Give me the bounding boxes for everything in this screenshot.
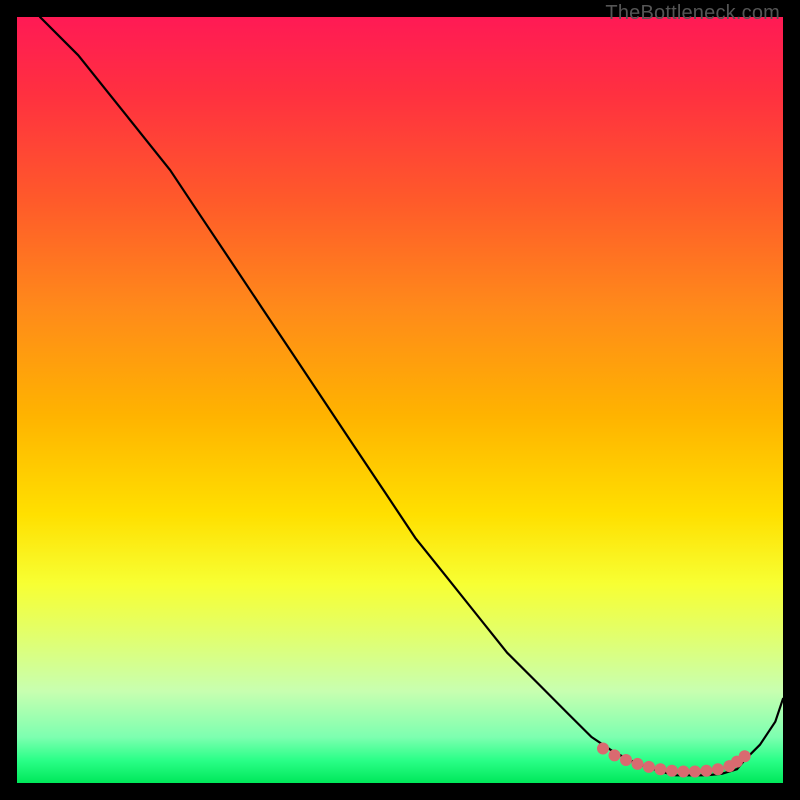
marker-dot	[739, 750, 751, 762]
marker-dot	[609, 749, 621, 761]
marker-dot	[689, 766, 701, 778]
marker-dot	[677, 766, 689, 778]
chart-frame: TheBottleneck.com	[0, 0, 800, 800]
marker-dot	[700, 765, 712, 777]
marker-dot	[597, 743, 609, 755]
marker-dot	[654, 763, 666, 775]
marker-dot	[712, 763, 724, 775]
curve-layer	[17, 17, 783, 783]
marker-dot	[643, 761, 655, 773]
marker-dot	[632, 758, 644, 770]
bottleneck-curve	[40, 17, 783, 775]
plot-area	[17, 17, 783, 783]
attribution-watermark: TheBottleneck.com	[605, 2, 780, 25]
marker-dot	[620, 754, 632, 766]
marker-dot	[666, 765, 678, 777]
